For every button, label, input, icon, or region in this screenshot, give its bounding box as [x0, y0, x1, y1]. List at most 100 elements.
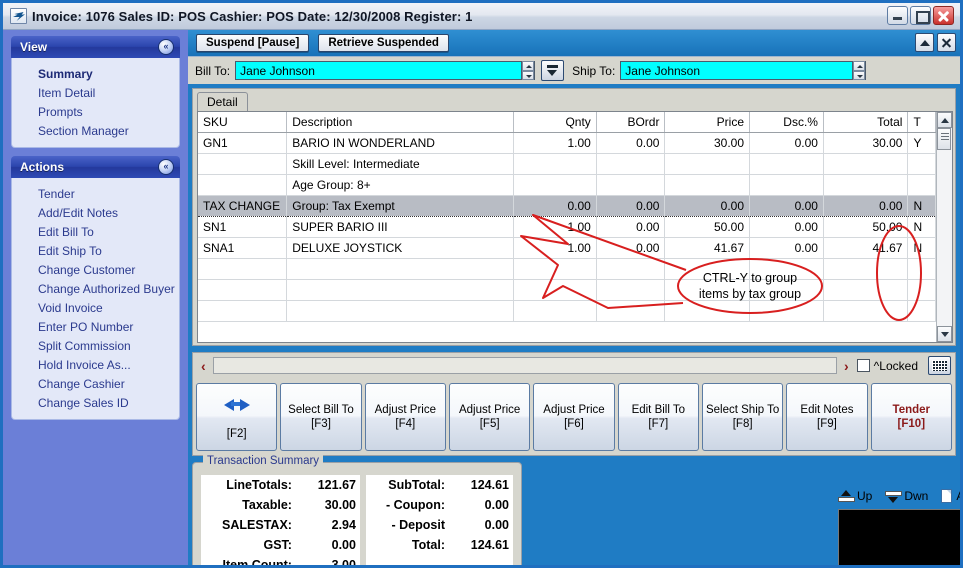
summary-row: Item Count: 3.00	[201, 555, 360, 565]
close-panel-icon[interactable]	[937, 33, 956, 52]
select-ship-to-f8-button[interactable]: Select Ship To [F8]	[701, 382, 784, 451]
ship-to-value: Jane Johnson	[625, 63, 701, 78]
spinner-down-icon[interactable]	[522, 70, 535, 80]
value-total: 124.61	[470, 538, 509, 552]
col-header-description[interactable]: Description	[286, 112, 515, 133]
scroll-up-icon[interactable]	[937, 112, 952, 128]
table-row-empty[interactable]	[198, 300, 936, 322]
sidebar-item-change-customer[interactable]: Change Customer	[12, 260, 179, 279]
sidebar-item-summary[interactable]: Summary	[12, 64, 179, 83]
chevron-up-icon[interactable]: «	[158, 159, 174, 175]
panel-controls	[912, 33, 956, 52]
panel-actions-header[interactable]: Actions «	[11, 156, 180, 178]
adjust-price-f5-button[interactable]: Adjust Price [F5]	[448, 382, 531, 451]
col-header-total[interactable]: Total	[823, 112, 909, 133]
maximize-button[interactable]	[910, 6, 931, 25]
sidebar-item-section-manager[interactable]: Section Manager	[12, 121, 179, 140]
col-header-sku[interactable]: SKU	[198, 112, 288, 133]
prev-arrow-icon[interactable]: ‹	[197, 358, 210, 374]
line-items-grid[interactable]: SKU Description Qnty BOrdr Price Dsc.% T…	[198, 112, 936, 342]
move-up-button[interactable]: Up	[838, 489, 872, 503]
locked-checkbox[interactable]	[856, 359, 870, 372]
minimize-button[interactable]	[887, 6, 908, 25]
cell-bordr	[596, 174, 666, 196]
col-header-price[interactable]: Price	[664, 112, 750, 133]
cell-empty	[286, 279, 515, 301]
bill-to-spinner[interactable]	[521, 61, 535, 80]
sidebar-item-prompts[interactable]: Prompts	[12, 102, 179, 121]
cell-dsc	[749, 153, 824, 175]
edit-bill-to-f7-button[interactable]: Edit Bill To [F7]	[617, 382, 699, 451]
grid-vertical-scrollbar[interactable]	[936, 112, 952, 342]
chevron-up-icon[interactable]: «	[158, 39, 174, 55]
collapse-up-icon[interactable]	[915, 33, 934, 52]
cell-description: BARIO IN WONDERLAND	[286, 132, 515, 154]
sidebar-item-change-cashier[interactable]: Change Cashier	[12, 374, 179, 393]
table-row-empty[interactable]	[198, 279, 936, 301]
sidebar-item-change-sales-id[interactable]: Change Sales ID	[12, 393, 179, 412]
f8-label-1: Select Ship To	[705, 403, 780, 416]
cell-t: N	[907, 216, 936, 238]
sidebar-item-void-invoice[interactable]: Void Invoice	[12, 298, 179, 317]
next-arrow-icon[interactable]: ›	[840, 358, 853, 374]
tab-detail[interactable]: Detail	[197, 92, 248, 111]
col-header-t[interactable]: T	[907, 112, 936, 133]
sidebar-item-hold-invoice-as[interactable]: Hold Invoice As...	[12, 355, 179, 374]
f6-label: Adjust Price [F6]	[543, 403, 605, 430]
table-row[interactable]: SNA1 DELUXE JOYSTICK 1.00 0.00 41.67 0.0…	[198, 237, 936, 259]
ship-to-input[interactable]: Jane Johnson	[620, 61, 867, 80]
ship-to-spinner[interactable]	[852, 61, 866, 80]
col-header-dsc[interactable]: Dsc.%	[749, 112, 824, 133]
sidebar-item-edit-bill-to[interactable]: Edit Bill To	[12, 222, 179, 241]
cell-dsc	[749, 174, 824, 196]
retrieve-suspended-button[interactable]: Retrieve Suspended	[318, 34, 449, 52]
copy-bill-to-ship-button[interactable]	[541, 60, 565, 81]
move-down-button[interactable]: Dwn	[885, 489, 928, 503]
table-row[interactable]: TAX CHANGE Group: Tax Exempt 0.00 0.00 0…	[198, 194, 936, 217]
up-icon	[838, 489, 855, 503]
select-bill-to-f3-button[interactable]: Select Bill To [F3]	[280, 382, 362, 451]
spinner-down-icon[interactable]	[853, 70, 866, 80]
annotation-line-2: items by tax group	[698, 287, 802, 301]
value-linetotals: 121.67	[317, 478, 356, 492]
sidebar-item-item-detail[interactable]: Item Detail	[12, 83, 179, 102]
scrollbar-track[interactable]	[937, 128, 952, 326]
summary-row: - Coupon: 0.00	[366, 495, 513, 515]
scroll-down-icon[interactable]	[937, 326, 952, 342]
add-item-button[interactable]: Add [INS]	[941, 489, 960, 503]
panel-view-header[interactable]: View «	[11, 36, 180, 58]
scrollbar-thumb[interactable]	[937, 128, 951, 150]
command-input[interactable]	[212, 357, 837, 374]
adjust-price-f6-button[interactable]: Adjust Price [F6]	[533, 382, 615, 451]
f3-label-2: [F3]	[311, 417, 331, 430]
table-row-empty[interactable]	[198, 258, 936, 280]
cell-qnty: 1.00	[513, 237, 597, 259]
bill-to-input[interactable]: Jane Johnson	[235, 61, 536, 80]
table-row[interactable]: Age Group: 8+	[198, 174, 936, 196]
sidebar-item-enter-po-number[interactable]: Enter PO Number	[12, 317, 179, 336]
cell-total: 41.67	[823, 237, 909, 259]
suspend-button[interactable]: Suspend [Pause]	[196, 34, 310, 52]
sidebar-item-add-edit-notes[interactable]: Add/Edit Notes	[12, 203, 179, 222]
spinner-up-icon[interactable]	[522, 61, 535, 71]
keyboard-icon[interactable]	[928, 356, 951, 375]
table-row[interactable]: SN1 SUPER BARIO III 1.00 0.00 50.00 0.00…	[198, 216, 936, 238]
f2-label: [F2]	[226, 427, 247, 440]
table-row[interactable]: Skill Level: Intermediate	[198, 153, 936, 175]
close-button[interactable]	[933, 6, 954, 25]
sidebar-item-split-commission[interactable]: Split Commission	[12, 336, 179, 355]
col-header-qnty[interactable]: Qnty	[513, 112, 597, 133]
col-header-bordr[interactable]: BOrdr	[596, 112, 666, 133]
edit-notes-f9-button[interactable]: Edit Notes [F9]	[786, 382, 868, 451]
sidebar-item-tender[interactable]: Tender	[12, 184, 179, 203]
adjust-price-f4-button[interactable]: Adjust Price [F4]	[364, 382, 446, 451]
table-row[interactable]: GN1 BARIO IN WONDERLAND 1.00 0.00 30.00 …	[198, 132, 936, 154]
cell-sku: SNA1	[198, 237, 288, 259]
cell-sku	[198, 153, 288, 175]
tender-f10-button[interactable]: Tender [F10]	[870, 382, 952, 451]
spinner-up-icon[interactable]	[853, 61, 866, 71]
sidebar-item-change-authorized-buyer[interactable]: Change Authorized Buyer	[12, 279, 179, 298]
resize-f2-button[interactable]: [F2]	[196, 382, 278, 451]
sidebar-item-edit-ship-to[interactable]: Edit Ship To	[12, 241, 179, 260]
summary-row: SALESTAX: 2.94	[201, 515, 360, 535]
